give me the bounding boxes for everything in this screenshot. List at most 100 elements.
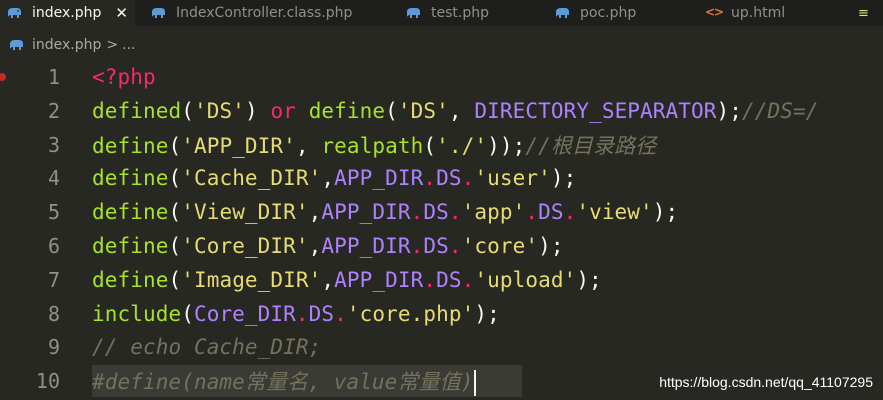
code-token: ); [538, 234, 564, 258]
code-text: define('Cache_DIR',APP_DIR.DS.'user'); [92, 166, 576, 190]
php-elephant-icon [405, 5, 421, 21]
tab-poc-php[interactable]: poc.php [554, 0, 636, 26]
code-token: realpath [321, 133, 424, 158]
code-token: , [321, 166, 335, 191]
code-token: ( [385, 98, 398, 123]
code-token: DS [538, 200, 564, 225]
code-line[interactable]: 7 define('Image_DIR',APP_DIR.DS.'upload')… [0, 263, 883, 297]
code-line[interactable]: 5 define('View_DIR',APP_DIR.DS.'app'.DS.'… [0, 195, 883, 229]
tab-indexcontroller[interactable]: IndexController.class.php [150, 0, 352, 26]
tab-up-html[interactable]: <> up.html [705, 0, 785, 26]
code-token: 'upload' [474, 267, 577, 292]
code-token: ( [181, 301, 194, 326]
tab-test-php[interactable]: test.php [405, 0, 489, 26]
code-token: ( [168, 133, 182, 158]
code-token: ( [181, 98, 194, 123]
code-token: include [92, 301, 182, 326]
code-token: DS [436, 166, 462, 191]
line-number: 3 [47, 132, 60, 157]
php-elephant-icon [554, 5, 570, 21]
tab-label: index.php [32, 5, 102, 21]
code-token: , [295, 133, 322, 158]
line-number: 2 [47, 98, 60, 123]
code-token: 'Core_DIR' [181, 234, 309, 258]
code-token: APP_DIR [321, 234, 411, 258]
code-token: . [448, 234, 462, 258]
code-token: . [423, 166, 437, 191]
code-token: . [295, 301, 309, 326]
code-token: 'Image_DIR' [181, 267, 322, 292]
code-token: 'user' [474, 166, 551, 191]
line-number: 6 [47, 234, 60, 258]
html-code-icon: <> [705, 5, 724, 19]
code-token: 'APP_DIR' [181, 133, 296, 158]
tab-index-php[interactable]: index.php ✕ [0, 0, 135, 26]
code-token: //根目录路径 [525, 133, 657, 158]
tab-bar: index.php ✕ IndexController.class.php te… [0, 0, 883, 26]
code-token: //DS=/ [742, 98, 819, 123]
line-number: 9 [47, 335, 60, 360]
code-token: define [92, 234, 169, 258]
breadcrumb-separator: > [106, 37, 119, 53]
code-token: . [410, 234, 424, 258]
code-token: Core_DIR [193, 301, 296, 326]
code-text: #define(name常量名, value常量值) [92, 366, 477, 397]
code-editor[interactable]: 1 <?php 2 defined('DS') or define('DS', DIR… [0, 60, 883, 400]
code-token: 'DS' [193, 98, 245, 123]
code-token: , [448, 98, 475, 123]
tab-label: IndexController.class.php [176, 5, 353, 21]
code-token: APP_DIR [321, 200, 411, 225]
code-token: ) [244, 98, 271, 123]
code-line[interactable]: 6 define('Core_DIR',APP_DIR.DS.'core'); [0, 229, 883, 263]
code-token: APP_DIR [334, 267, 424, 292]
code-token: . [423, 267, 437, 292]
line-number: 10 [35, 369, 60, 394]
text-cursor [474, 370, 477, 397]
code-token: . [334, 301, 347, 326]
code-line[interactable]: 1 <?php [0, 60, 883, 94]
line-number: 4 [47, 166, 60, 191]
line-number: 1 [47, 65, 60, 89]
code-token: 'app' [461, 200, 526, 225]
code-token: )); [487, 133, 526, 158]
code-line[interactable]: 2 defined('DS') or define('DS', DIRECTORY… [0, 94, 883, 128]
code-token: ); [652, 200, 679, 225]
code-token: 'view' [576, 200, 653, 225]
more-tabs-icon[interactable]: ≡ [858, 0, 869, 26]
code-token: DS [436, 267, 462, 292]
code-line[interactable]: 8 include(Core_DIR.DS.'core.php'); [0, 297, 883, 331]
code-token: ( [168, 234, 182, 258]
tab-label: test.php [431, 5, 489, 21]
code-token: . [525, 200, 539, 225]
code-token: ( [168, 267, 182, 292]
code-token: . [448, 200, 462, 225]
php-elephant-icon [8, 37, 24, 53]
code-token: <?php [92, 65, 156, 89]
breadcrumb-file[interactable]: index.php [32, 37, 101, 53]
code-token: define [92, 166, 169, 191]
code-token: './' [436, 133, 488, 158]
code-text: define('View_DIR',APP_DIR.DS.'app'.DS.'v… [92, 200, 678, 224]
code-line[interactable]: 9 // echo Cache_DIR; [0, 330, 883, 364]
close-icon[interactable]: ✕ [115, 4, 128, 22]
code-token: 'core' [461, 234, 539, 258]
code-token: , [308, 200, 322, 225]
code-text: defined('DS') or define('DS', DIRECTORY_… [92, 99, 818, 123]
code-token: or [270, 98, 296, 123]
line-number: 5 [47, 200, 60, 225]
line-number: 8 [47, 301, 60, 326]
code-line[interactable]: 4 define('Cache_DIR',APP_DIR.DS.'user'); [0, 161, 883, 195]
code-token: define [308, 98, 386, 123]
code-token: 'View_DIR' [181, 200, 309, 225]
code-line[interactable]: 3 define('APP_DIR', realpath('./'));//根目录… [0, 128, 883, 162]
code-token: ); [716, 98, 743, 123]
code-token: , [321, 267, 335, 292]
code-text: define('Image_DIR',APP_DIR.DS.'upload'); [92, 268, 602, 292]
code-token: DS [423, 200, 449, 225]
code-token: . [461, 267, 475, 292]
breadcrumb-more[interactable]: ... [122, 37, 135, 53]
breadcrumb: index.php > ... [0, 26, 883, 64]
code-token: ); [474, 301, 500, 326]
tab-label: poc.php [580, 5, 637, 21]
